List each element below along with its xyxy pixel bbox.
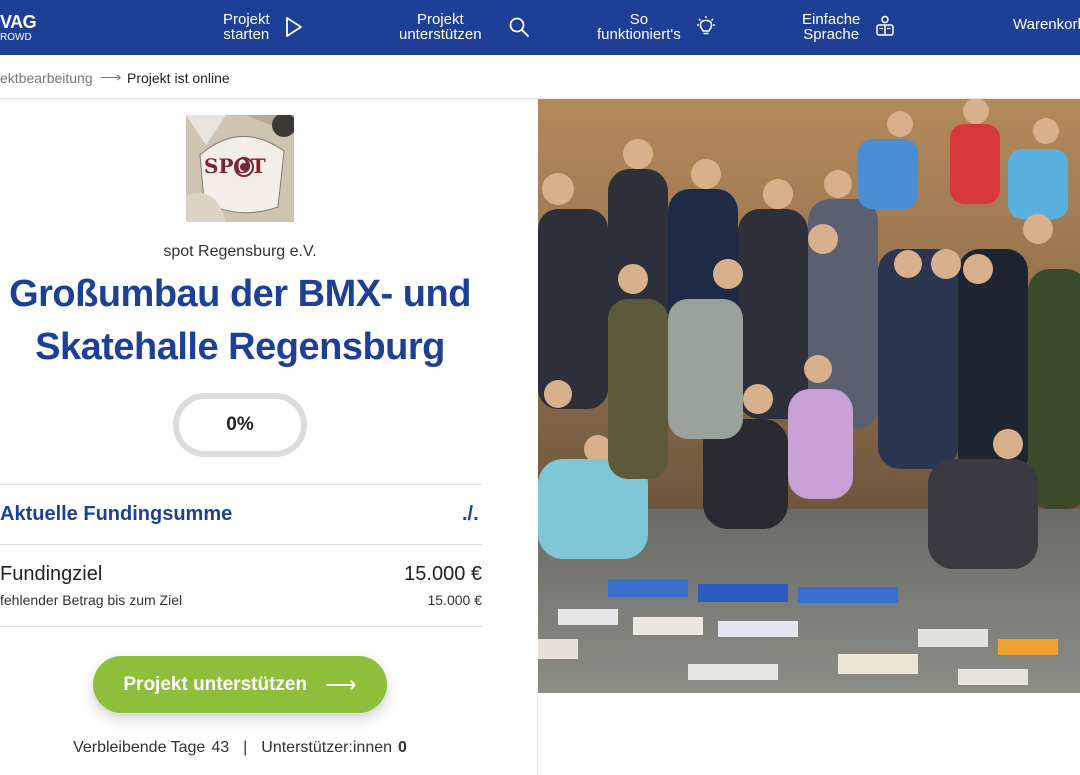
- project-photo: [538, 99, 1080, 693]
- project-stats: Verbleibende Tage 43 | Unterstützer:innen 0: [0, 739, 480, 757]
- nav-label: So funktioniert's: [597, 12, 681, 42]
- nav-projekt-starten[interactable]: Projekt starten: [223, 12, 304, 42]
- organization-logo: SPOT: [186, 115, 294, 222]
- nav-label-line1: So: [629, 11, 649, 28]
- funding-goal-value: 15.000 €: [404, 563, 482, 585]
- divider: [0, 484, 482, 485]
- nav-label-line2: Sprache: [803, 26, 860, 43]
- nav-label-line2: starten: [223, 26, 270, 43]
- organization-name[interactable]: spot Regensburg e.V.: [0, 243, 480, 261]
- remaining-days-label: Verbleibende Tage: [73, 739, 206, 756]
- lightbulb-icon: [695, 15, 717, 39]
- current-funding-value: ./.: [462, 503, 479, 525]
- cart-link[interactable]: Warenkorb: [1013, 16, 1080, 33]
- breadcrumb-current: Projekt ist online: [127, 70, 230, 86]
- project-title: Großumbau der BMX- und Skatehalle Regens…: [9, 273, 471, 368]
- current-funding-label: Aktuelle Fundingsumme: [0, 503, 233, 525]
- funding-progress-ring: 0%: [173, 393, 307, 457]
- support-project-button[interactable]: Projekt unterstützen ⟶: [93, 656, 387, 713]
- top-nav-bar: VAG ROWD Projekt starten Projekt unterst…: [0, 0, 1080, 55]
- easy-language-icon: [874, 15, 896, 39]
- remaining-days-value: 43: [211, 739, 230, 756]
- logo-line-2: ROWD: [0, 32, 32, 43]
- nav-projekt-unterstuetzen[interactable]: Projekt unterstützen: [399, 12, 530, 42]
- play-icon: [284, 16, 304, 38]
- nav-label-line1: Projekt: [416, 11, 464, 28]
- divider: [0, 626, 482, 627]
- supporters-label: Unterstützer:innen: [261, 739, 393, 756]
- support-button-label: Projekt unterstützen: [123, 673, 308, 695]
- missing-amount-label: fehlender Betrag bis zum Ziel: [0, 592, 183, 608]
- nav-label-line1: Projekt: [223, 11, 270, 28]
- funding-goal-label: Fundingziel: [0, 563, 103, 585]
- breadcrumb-separator-icon: ⟶: [100, 69, 122, 86]
- divider: [0, 544, 482, 545]
- nav-label: Einfache Sprache: [802, 12, 860, 42]
- nav-label: Projekt unterstützen: [399, 12, 482, 42]
- column-divider: [537, 693, 538, 775]
- supporters-value: 0: [398, 739, 407, 756]
- nav-label-line2: unterstützen: [399, 26, 482, 43]
- nav-label: Projekt starten: [223, 12, 270, 42]
- arrow-right-icon: ⟶: [325, 671, 357, 697]
- missing-amount-value: 15.000 €: [427, 592, 483, 608]
- logo-line-1: VAG: [0, 12, 37, 32]
- site-logo[interactable]: VAG ROWD: [0, 12, 37, 43]
- nav-so-funktionierts[interactable]: So funktioniert's: [597, 12, 717, 42]
- nav-einfache-sprache[interactable]: Einfache Sprache: [802, 12, 896, 42]
- progress-percent: 0%: [226, 414, 254, 435]
- stats-separator: |: [243, 739, 248, 756]
- breadcrumb-previous[interactable]: ektbearbeitung: [0, 70, 93, 86]
- nav-label-line2: funktioniert's: [597, 26, 681, 43]
- nav-label-line1: Einfache: [802, 11, 861, 28]
- breadcrumb: ektbearbeitung ⟶ Projekt ist online: [0, 55, 1080, 99]
- search-icon: [508, 16, 530, 38]
